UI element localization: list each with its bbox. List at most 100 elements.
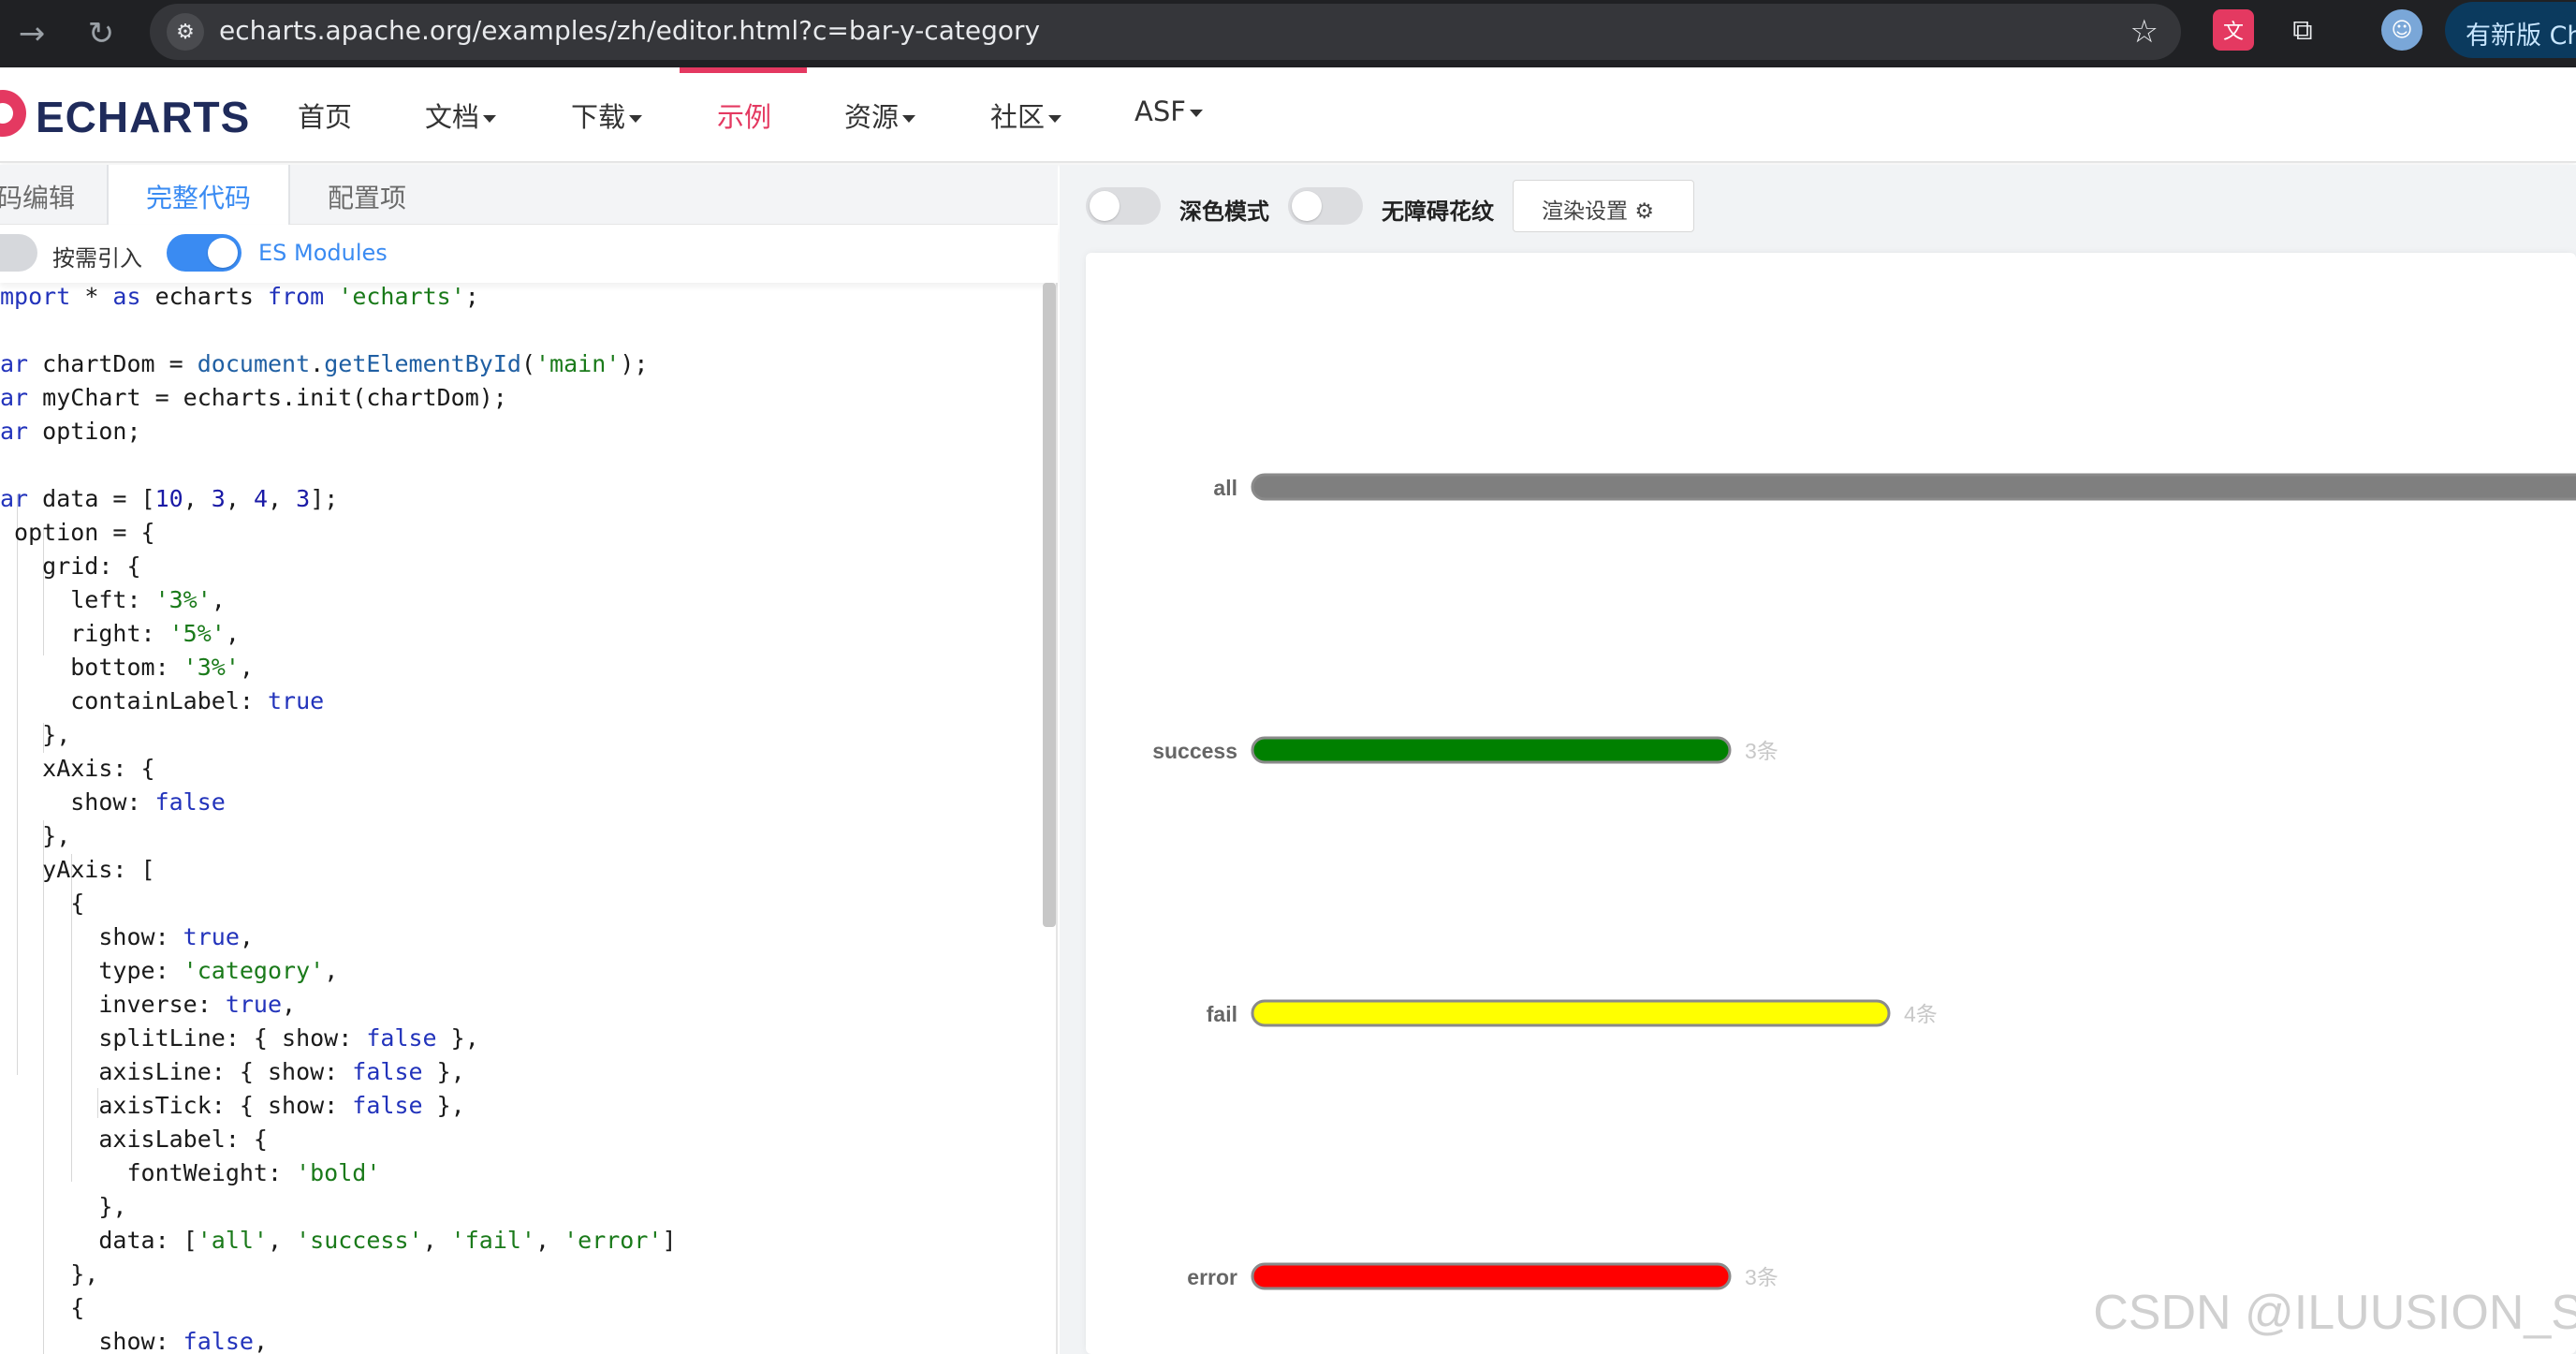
chart-canvas[interactable]: all success 3条 fail 4条 error 3条 CSDN @ILUUSION…: [1086, 253, 2576, 1354]
es-modules-toggle[interactable]: [167, 234, 242, 272]
profile-avatar-icon[interactable]: ☺: [2381, 9, 2422, 51]
toggle-knob: [1292, 191, 1322, 221]
a11y-pattern-label: 无障碍花纹: [1382, 199, 1494, 225]
code-line: show: false: [0, 788, 226, 816]
bar-success[interactable]: [1251, 736, 1732, 764]
nav-download[interactable]: 下载: [571, 96, 643, 135]
echarts-logo-text[interactable]: ECHARTS: [36, 92, 250, 142]
nav-active-indicator: [680, 67, 807, 73]
a11y-pattern-toggle[interactable]: [1288, 187, 1363, 225]
tab-full-code[interactable]: 完整代码: [109, 165, 288, 225]
code-line: {: [0, 1294, 85, 1321]
tab-code-edit-label: 码编辑: [0, 183, 76, 213]
code-line: show: true,: [0, 923, 254, 950]
site-header: ECHARTS 首页 文档 下载 示例 资源 社区 ASF: [0, 67, 2576, 163]
code-line: ar chartDom = document.getElementById('m…: [0, 350, 649, 377]
nav-docs-label: 文档: [425, 101, 480, 133]
caret-down-icon: [483, 115, 497, 123]
code-line: },: [0, 1260, 99, 1288]
code-line: grid: {: [0, 552, 141, 580]
dark-mode-toggle[interactable]: [1086, 187, 1161, 225]
code-line: },: [0, 721, 71, 748]
tab-config[interactable]: 配置项: [290, 165, 440, 225]
extensions-puzzle-icon[interactable]: ⧉: [2282, 9, 2323, 51]
code-line: axisTick: { show: false },: [0, 1092, 465, 1119]
bar-fail[interactable]: [1251, 999, 1891, 1027]
code-line: fontWeight: 'bold': [0, 1159, 381, 1186]
nav-asf-label: ASF: [1134, 96, 1186, 127]
code-scrollbar[interactable]: [1043, 283, 1056, 927]
code-line: },: [0, 1193, 127, 1220]
forward-icon[interactable]: →: [7, 9, 56, 58]
editor-tabs: 码编辑 完整代码 配置项: [0, 165, 1058, 225]
code-line: inverse: true,: [0, 991, 297, 1018]
nav-home-label: 首页: [298, 101, 353, 133]
on-demand-toggle[interactable]: [0, 234, 37, 272]
browser-update-button[interactable]: 有新版 Ch: [2445, 2, 2576, 58]
nav-home[interactable]: 首页: [298, 96, 352, 135]
code-line: show: false,: [0, 1328, 268, 1354]
bar-chart: all success 3条 fail 4条 error 3条: [1152, 473, 2576, 1290]
caret-down-icon: [1189, 110, 1203, 117]
tab-code-edit[interactable]: 码编辑: [0, 165, 103, 225]
dark-mode-label: 深色模式: [1179, 199, 1269, 225]
site-info-icon[interactable]: ⚙: [167, 13, 204, 51]
caret-down-icon: [629, 115, 643, 123]
category-label-all: all: [1213, 476, 1237, 500]
url-text[interactable]: echarts.apache.org/examples/zh/editor.ht…: [219, 15, 1040, 46]
code-line: option = {: [0, 519, 155, 546]
nav-community[interactable]: 社区: [990, 96, 1062, 135]
tab-config-label: 配置项: [328, 183, 407, 213]
nav-community-label: 社区: [990, 101, 1046, 133]
nav-download-label: 下载: [571, 101, 626, 133]
category-label-success: success: [1152, 739, 1237, 763]
code-line: containLabel: true: [0, 687, 325, 714]
editor-panel: 码编辑 完整代码 配置项 按需引入 ES Modules mport * as …: [0, 165, 1058, 1354]
nav-asf[interactable]: ASF: [1134, 96, 1203, 127]
browser-toolbar: → ↻ ⚙ echarts.apache.org/examples/zh/edi…: [0, 0, 2576, 67]
code-line: data: ['all', 'success', 'fail', 'error'…: [0, 1227, 677, 1254]
translate-extension-icon[interactable]: 文: [2213, 9, 2254, 51]
value-label-fail: 4条: [1904, 1002, 1938, 1026]
code-line: axisLabel: {: [0, 1126, 268, 1153]
echarts-logo-icon[interactable]: [0, 90, 26, 137]
render-settings-label: 渲染设置: [1542, 199, 1628, 224]
nav-examples-label: 示例: [717, 101, 772, 133]
nav-resources[interactable]: 资源: [844, 96, 916, 135]
caret-down-icon: [902, 115, 916, 123]
render-settings-button[interactable]: 渲染设置 ⚙: [1513, 180, 1694, 232]
code-line: bottom: '3%',: [0, 654, 254, 681]
code-line: splitLine: { show: false },: [0, 1024, 479, 1052]
code-line: left: '3%',: [0, 586, 226, 613]
code-editor[interactable]: mport * as echarts from 'echarts'; ar ch…: [0, 283, 1039, 1354]
code-line: ar myChart = echarts.init(chartDom);: [0, 384, 507, 411]
toggle-knob: [1090, 191, 1120, 221]
value-label-error: 3条: [1745, 1265, 1778, 1289]
bookmark-star-icon[interactable]: ☆: [2130, 13, 2159, 51]
gear-icon: ⚙: [1634, 199, 1654, 224]
editor-options: 按需引入 ES Modules: [0, 225, 1058, 283]
code-line: xAxis: {: [0, 755, 155, 782]
caret-down-icon: [1048, 115, 1062, 123]
code-line: axisLine: { show: false },: [0, 1058, 465, 1085]
code-line: },: [0, 822, 71, 849]
code-line: {: [0, 890, 85, 917]
es-modules-label: ES Modules: [258, 240, 388, 266]
bar-error[interactable]: [1251, 1262, 1732, 1290]
on-demand-label: 按需引入: [52, 245, 142, 272]
reload-icon[interactable]: ↻: [77, 9, 125, 58]
code-line: ar data = [10, 3, 4, 3];: [0, 485, 339, 512]
tab-full-code-label: 完整代码: [146, 183, 252, 213]
code-line: type: 'category',: [0, 957, 339, 984]
code-line: yAxis: [: [0, 856, 155, 883]
code-line: right: '5%',: [0, 620, 240, 647]
nav-resources-label: 资源: [844, 101, 900, 133]
category-label-error: error: [1187, 1265, 1237, 1289]
code-line: ar option;: [0, 418, 141, 445]
nav-docs[interactable]: 文档: [425, 96, 497, 135]
nav-examples[interactable]: 示例: [717, 96, 771, 135]
watermark: CSDN @ILUUSION_S: [2093, 1286, 2576, 1340]
address-bar[interactable]: ⚙ echarts.apache.org/examples/zh/editor.…: [150, 4, 2181, 60]
bar-all[interactable]: [1251, 473, 2576, 501]
value-label-success: 3条: [1745, 739, 1778, 763]
